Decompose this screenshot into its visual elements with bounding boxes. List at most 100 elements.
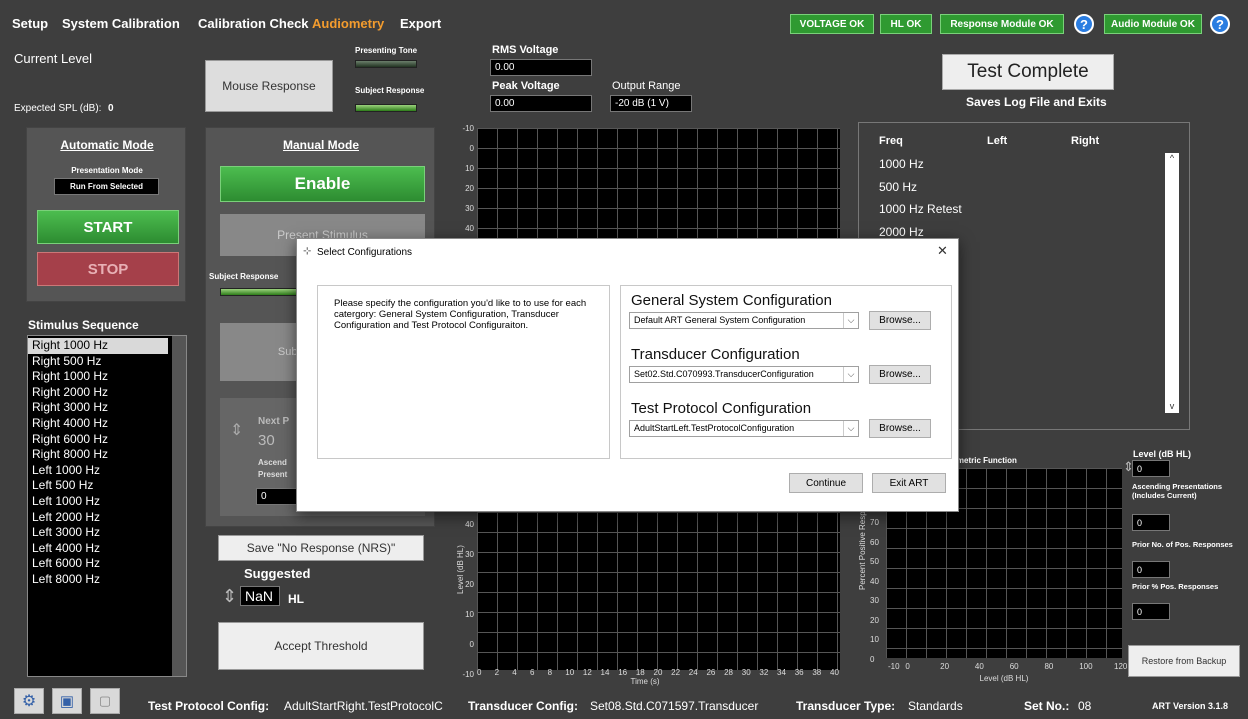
sequence-item[interactable]: Left 4000 Hz [28, 541, 168, 557]
suggested-stepper-icon[interactable]: ⇕ [222, 586, 237, 607]
footer-transducer-config-label: Transducer Config: [468, 699, 579, 713]
config-selection-box: General System Configuration Default ART… [620, 285, 952, 459]
restore-backup-button[interactable]: Restore from Backup [1128, 645, 1240, 677]
audio-module-indicator: Audio Module OK [1104, 14, 1202, 34]
stimulus-plot-lower [477, 512, 840, 670]
x-tick-label: 8 [547, 668, 553, 677]
test-complete-button[interactable]: Test Complete [942, 54, 1114, 90]
stimulus-sequence-title: Stimulus Sequence [28, 318, 139, 332]
menu-audiometry[interactable]: Audiometry [312, 16, 384, 31]
x-tick-label: 0 [477, 668, 482, 677]
chevron-down-icon[interactable]: ⌵ [843, 367, 858, 382]
scroll-up-icon[interactable]: ^ [1165, 153, 1179, 163]
suggested-hl-unit: HL [288, 592, 304, 606]
x-tick-label: 38 [812, 668, 822, 677]
x-tick-label: 28 [724, 668, 733, 677]
enable-button[interactable]: Enable [220, 166, 425, 202]
sequence-item[interactable]: Left 2000 Hz [28, 510, 168, 526]
menu-system-calibration[interactable]: System Calibration [62, 16, 180, 31]
subject-response-led-label: Subject Response [355, 86, 425, 95]
automatic-mode-panel: Automatic Mode Presentation Mode Run Fro… [26, 127, 186, 302]
x-tick-label: 6 [529, 668, 535, 677]
y-tick-label: 40 [465, 224, 474, 233]
sequence-item[interactable]: Left 3000 Hz [28, 525, 168, 541]
transducer-config-label: Transducer Configuration [631, 346, 800, 363]
lock-icon[interactable]: ▢ [90, 688, 120, 714]
browse-general-button[interactable]: Browse... [869, 311, 931, 330]
exit-art-button[interactable]: Exit ART [872, 473, 946, 493]
sequence-item[interactable]: Left 500 Hz [28, 478, 168, 494]
x-tick-label: 10 [565, 668, 575, 677]
browse-transducer-button[interactable]: Browse... [869, 365, 931, 384]
next-value: 30 [258, 432, 275, 449]
sequence-item[interactable]: Right 500 Hz [28, 354, 168, 370]
scroll-down-icon[interactable]: v [1165, 401, 1179, 411]
browse-protocol-button[interactable]: Browse... [869, 419, 931, 438]
start-button[interactable]: START [37, 210, 179, 244]
sequence-item[interactable]: Right 1000 Hz [28, 369, 168, 385]
manual-subject-response-led [220, 288, 300, 296]
sequence-item[interactable]: Right 2000 Hz [28, 385, 168, 401]
sequence-item[interactable]: Right 8000 Hz [28, 447, 168, 463]
close-icon[interactable]: ✕ [937, 243, 948, 259]
chevron-down-icon[interactable]: ⌵ [843, 421, 858, 436]
psychometric-xlabel: Level (dB HL) [979, 674, 1029, 683]
accept-threshold-button[interactable]: Accept Threshold [218, 622, 424, 670]
sequence-item[interactable]: Left 1000 Hz [28, 463, 168, 479]
level-hl-field[interactable]: 0 [1132, 460, 1170, 477]
help-icon[interactable]: ? [1074, 14, 1094, 34]
next-label: Next P [258, 416, 290, 427]
dialog-app-icon: ⊹ [303, 246, 312, 257]
general-config-select[interactable]: Default ART General System Configuration [629, 312, 859, 329]
stop-button[interactable]: STOP [37, 252, 179, 286]
stimulus-sequence-list[interactable]: Right 1000 Hz Right 500 Hz Right 1000 Hz Ri… [27, 335, 187, 677]
rms-voltage-field: 0.00 [490, 59, 592, 76]
suggested-level-field[interactable]: NaN [240, 586, 280, 606]
transducer-config-select[interactable]: Set02.Std.C070993.TransducerConfiguratio… [629, 366, 859, 383]
sequence-item[interactable]: Right 6000 Hz [28, 432, 168, 448]
y-tick-label: 40 [870, 576, 879, 586]
mouse-response-button[interactable]: Mouse Response [205, 60, 333, 112]
save-icon[interactable]: ▣ [52, 688, 82, 714]
settings-gear-icon[interactable]: ⚙ [14, 688, 44, 714]
output-range-field[interactable]: -20 dB (1 V) [610, 95, 692, 112]
sequence-item[interactable]: Left 8000 Hz [28, 572, 168, 588]
ascending-presentations-field: 0 [1132, 514, 1170, 531]
help-icon-2[interactable]: ? [1210, 14, 1230, 34]
presentation-mode-select[interactable]: Run From Selected [54, 178, 159, 195]
y-tick-label: 50 [870, 557, 879, 566]
result-row: 1000 Hz Retest [879, 202, 962, 216]
menu-calibration-check[interactable]: Calibration Check [198, 16, 309, 31]
subject-response-led [355, 104, 417, 112]
x-tick-label: 40 [830, 668, 839, 677]
protocol-config-select[interactable]: AdultStartLeft.TestProtocolConfiguration [629, 420, 859, 437]
x-tick-label: 14 [600, 668, 610, 677]
result-row: 2000 Hz [879, 224, 924, 239]
footer-transducer-config-value: Set08.Std.C071597.Transducer [590, 699, 759, 713]
sequence-scrollbar[interactable] [172, 336, 186, 676]
results-scrollbar[interactable]: ^ v [1165, 153, 1179, 413]
y-tick-label: 0 [469, 640, 474, 649]
x-tick-label: 12 [582, 668, 592, 677]
no-response-button[interactable]: Save "No Response (NRS)" [218, 535, 424, 561]
menu-export[interactable]: Export [400, 16, 441, 31]
stimulus-plot-upper [477, 128, 840, 256]
level-hl-label: Level (dB HL) [1133, 449, 1192, 459]
chevron-down-icon[interactable]: ⌵ [843, 313, 858, 328]
x-tick-label: 4 [512, 668, 517, 677]
footer-transducer-type-label: Transducer Type: [796, 699, 896, 713]
sequence-item[interactable]: Right 1000 Hz [28, 338, 168, 354]
menu-setup[interactable]: Setup [12, 16, 48, 31]
test-complete-caption: Saves Log File and Exits [966, 95, 1107, 109]
y-tick-label: 60 [870, 537, 879, 547]
x-tick-label: 34 [777, 668, 786, 677]
sequence-item[interactable]: Right 3000 Hz [28, 400, 168, 416]
continue-button[interactable]: Continue [789, 473, 863, 493]
x-tick-label: -10 [888, 662, 900, 671]
protocol-config-label: Test Protocol Configuration [631, 400, 812, 417]
level-stepper-icon[interactable]: ⇕ [230, 420, 243, 440]
y-tick-label: 10 [870, 635, 879, 644]
sequence-item[interactable]: Left 6000 Hz [28, 556, 168, 572]
sequence-item[interactable]: Right 4000 Hz [28, 416, 168, 432]
sequence-item[interactable]: Left 1000 Hz [28, 494, 168, 510]
